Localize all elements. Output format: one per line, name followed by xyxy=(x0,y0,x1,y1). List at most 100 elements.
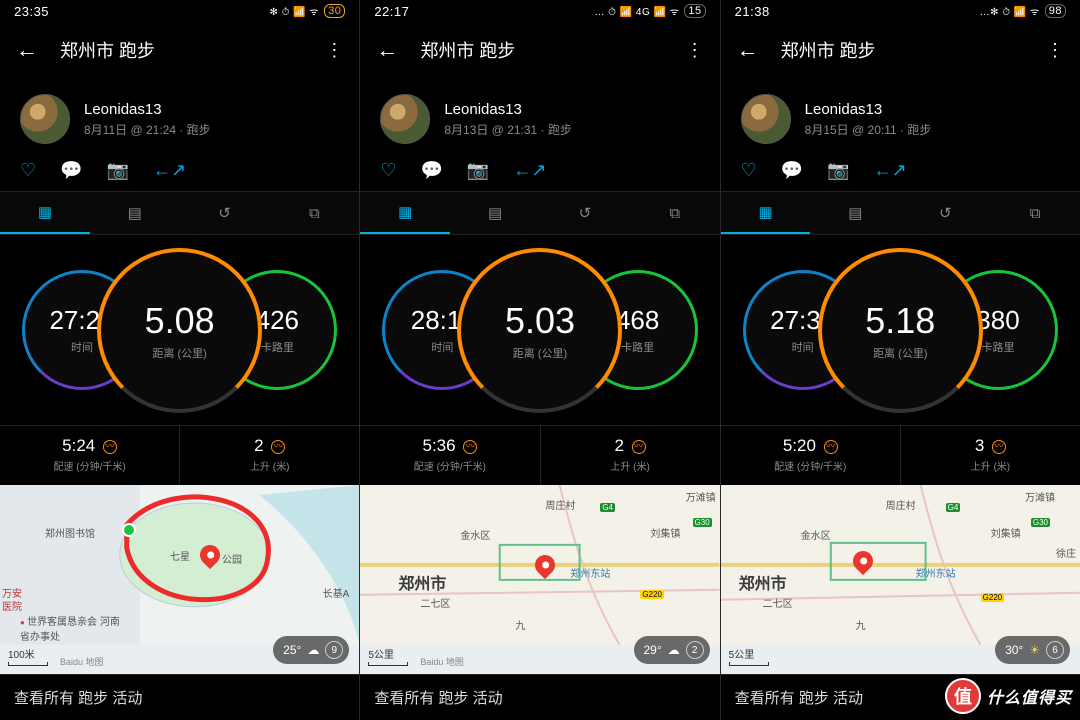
weather-icon: ☁ xyxy=(307,643,319,657)
comment-icon[interactable]: 💬 xyxy=(60,160,82,181)
route-map[interactable]: 郑州图书馆 七星 公园 长基A 万安 医院 世界客属恳亲会 河南省办事处 100… xyxy=(0,485,359,674)
comment-icon[interactable]: 💬 xyxy=(420,160,442,181)
ring-distance[interactable]: 5.08 距离 (公里) xyxy=(97,248,262,413)
tab-bar: ▦ ▤ ↺ ⧉ xyxy=(721,191,1080,235)
camera-icon[interactable]: 📷 xyxy=(827,160,849,181)
sub-stats: 5:24 〰 配速 (分钟/千米) 2 〰 上升 (米) xyxy=(0,425,359,485)
comment-icon[interactable]: 💬 xyxy=(781,160,803,181)
camera-icon[interactable]: 📷 xyxy=(467,160,489,181)
tab-details[interactable]: ▤ xyxy=(450,192,540,234)
action-row: ♡ 💬 📷 ←↗ xyxy=(360,154,719,191)
tab-laps[interactable]: ↺ xyxy=(900,192,990,234)
stats-rings: 27:37 时间 5.18 距离 (公里) 380 卡路里 xyxy=(721,235,1080,425)
map-scale: 100米 xyxy=(8,646,48,666)
tab-laps[interactable]: ↺ xyxy=(540,192,630,234)
username: Leonidas13 xyxy=(444,101,572,118)
status-time: 23:35 xyxy=(14,4,49,19)
weather-icon: ☀ xyxy=(1029,643,1040,657)
share-icon[interactable]: ←↗ xyxy=(153,160,186,181)
page-title: 郑州市 跑步 xyxy=(781,37,1024,63)
baidu-logo: Baidu 地图 xyxy=(420,655,464,668)
page-title: 郑州市 跑步 xyxy=(420,37,663,63)
avatar[interactable] xyxy=(20,94,70,144)
more-icon[interactable]: ⋮ xyxy=(686,40,704,61)
status-icons: ✻ ⏱ 📶 ᯤ 30 xyxy=(269,4,345,18)
battery-indicator: 30 xyxy=(324,4,345,18)
stat-elevation[interactable]: 2 〰 上升 (米) xyxy=(179,426,359,485)
stats-rings: 27:28 时间 5.08 距离 (公里) 426 卡路里 xyxy=(0,235,359,425)
back-icon[interactable]: ← xyxy=(737,37,759,63)
appbar: ← 郑州市 跑步 ⋮ xyxy=(360,22,719,78)
tab-details[interactable]: ▤ xyxy=(810,192,900,234)
profile-row[interactable]: Leonidas13 8月13日 @ 21:31 · 跑步 xyxy=(360,78,719,154)
weather-icon: ☁ xyxy=(668,643,680,657)
back-icon[interactable]: ← xyxy=(376,37,398,63)
stat-elevation[interactable]: 3 〰 上升 (米) xyxy=(900,426,1080,485)
appbar: ← 郑州市 跑步 ⋮ xyxy=(721,22,1080,78)
status-bar: 21:38 …✻ ⏱ 📶 ᯤ 98 xyxy=(721,0,1080,22)
smzdm-logo-icon: 值 xyxy=(945,678,981,714)
route-map[interactable]: 郑州市 郑州东站 金水区 二七区 九 刘集镇 万滩镇 周庄村 徐庄 G4 G30… xyxy=(721,485,1080,674)
stat-pace[interactable]: 5:24 〰 配速 (分钟/千米) xyxy=(0,426,179,485)
battery-indicator: 98 xyxy=(1045,4,1066,18)
like-icon[interactable]: ♡ xyxy=(741,160,757,181)
tab-stats[interactable]: ⧉ xyxy=(630,192,720,234)
activity-meta: 8月11日 @ 21:24 · 跑步 xyxy=(84,121,211,138)
tab-overview[interactable]: ▦ xyxy=(721,192,811,234)
tab-stats[interactable]: ⧉ xyxy=(990,192,1080,234)
more-icon[interactable]: ⋮ xyxy=(325,40,343,61)
baidu-logo: Baidu 地图 xyxy=(60,655,104,668)
ring-distance[interactable]: 5.03 距离 (公里) xyxy=(457,248,622,413)
avatar[interactable] xyxy=(741,94,791,144)
tab-bar: ▦ ▤ ↺ ⧉ xyxy=(360,191,719,235)
tab-bar: ▦ ▤ ↺ ⧉ xyxy=(0,191,359,235)
stat-pace[interactable]: 5:36 〰 配速 (分钟/千米) xyxy=(360,426,539,485)
stats-rings: 28:11 时间 5.03 距离 (公里) 468 卡路里 xyxy=(360,235,719,425)
map-scale: 5公里 xyxy=(368,646,408,666)
sub-stats: 5:20 〰 配速 (分钟/千米) 3 〰 上升 (米) xyxy=(721,425,1080,485)
back-icon[interactable]: ← xyxy=(16,37,38,63)
status-bar: 23:35 ✻ ⏱ 📶 ᯤ 30 xyxy=(0,0,359,22)
activity-meta: 8月15日 @ 20:11 · 跑步 xyxy=(805,121,932,138)
share-icon[interactable]: ←↗ xyxy=(874,160,907,181)
status-bar: 22:17 … ⏱ 📶 4G 📶 ᯤ 15 xyxy=(360,0,719,22)
profile-row[interactable]: Leonidas13 8月11日 @ 21:24 · 跑步 xyxy=(0,78,359,154)
start-pin xyxy=(122,523,136,537)
view-all-link[interactable]: 查看所有 跑步 活动 xyxy=(0,674,359,720)
activity-meta: 8月13日 @ 21:31 · 跑步 xyxy=(444,121,572,138)
like-icon[interactable]: ♡ xyxy=(380,160,396,181)
camera-icon[interactable]: 📷 xyxy=(107,160,129,181)
stat-elevation[interactable]: 2 〰 上升 (米) xyxy=(540,426,720,485)
phone-screen-2: 22:17 … ⏱ 📶 4G 📶 ᯤ 15 ← 郑州市 跑步 ⋮ Leonida… xyxy=(360,0,719,720)
status-time: 22:17 xyxy=(374,4,409,19)
ring-distance[interactable]: 5.18 距离 (公里) xyxy=(818,248,983,413)
phone-screen-3: 21:38 …✻ ⏱ 📶 ᯤ 98 ← 郑州市 跑步 ⋮ Leonidas13 … xyxy=(721,0,1080,720)
profile-row[interactable]: Leonidas13 8月15日 @ 20:11 · 跑步 xyxy=(721,78,1080,154)
like-icon[interactable]: ♡ xyxy=(20,160,36,181)
tab-overview[interactable]: ▦ xyxy=(0,192,90,234)
more-icon[interactable]: ⋮ xyxy=(1046,40,1064,61)
sub-stats: 5:36 〰 配速 (分钟/千米) 2 〰 上升 (米) xyxy=(360,425,719,485)
action-row: ♡ 💬 📷 ←↗ xyxy=(0,154,359,191)
map-scale: 5公里 xyxy=(729,646,769,666)
stat-pace[interactable]: 5:20 〰 配速 (分钟/千米) xyxy=(721,426,900,485)
page-title: 郑州市 跑步 xyxy=(60,37,303,63)
weather-pill[interactable]: 30° ☀ 6 xyxy=(995,636,1070,664)
share-icon[interactable]: ←↗ xyxy=(513,160,546,181)
appbar: ← 郑州市 跑步 ⋮ xyxy=(0,22,359,78)
tab-details[interactable]: ▤ xyxy=(90,192,180,234)
weather-pill[interactable]: 29° ☁ 2 xyxy=(634,636,710,664)
status-icons: …✻ ⏱ 📶 ᯤ 98 xyxy=(980,4,1066,18)
weather-pill[interactable]: 25° ☁ 9 xyxy=(273,636,349,664)
status-time: 21:38 xyxy=(735,4,770,19)
avatar[interactable] xyxy=(380,94,430,144)
tab-overview[interactable]: ▦ xyxy=(360,192,450,234)
username: Leonidas13 xyxy=(805,101,932,118)
username: Leonidas13 xyxy=(84,101,211,118)
tab-laps[interactable]: ↺ xyxy=(180,192,270,234)
tab-stats[interactable]: ⧉ xyxy=(269,192,359,234)
view-all-link[interactable]: 查看所有 跑步 活动 xyxy=(360,674,719,720)
status-icons: … ⏱ 📶 4G 📶 ᯤ 15 xyxy=(594,4,705,18)
phone-screen-1: 23:35 ✻ ⏱ 📶 ᯤ 30 ← 郑州市 跑步 ⋮ Leonidas13 8… xyxy=(0,0,359,720)
route-map[interactable]: 郑州市 郑州东站 金水区 二七区 九 刘集镇 万滩镇 周庄村 G4 G30 G2… xyxy=(360,485,719,674)
